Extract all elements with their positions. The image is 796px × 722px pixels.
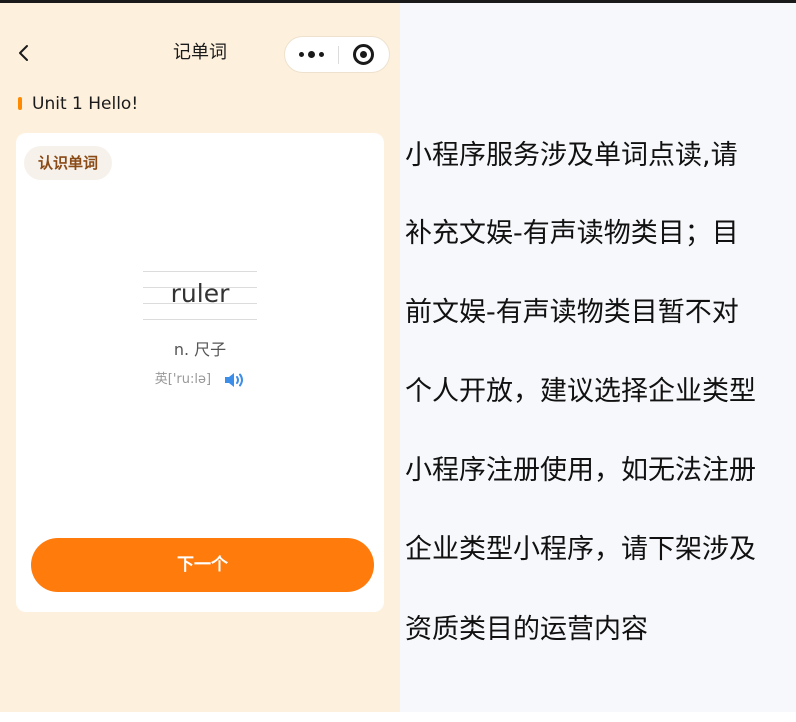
word-display: ruler — [143, 271, 257, 321]
word-text: ruler — [170, 279, 230, 308]
more-dots-icon — [299, 52, 304, 57]
more-button[interactable] — [285, 37, 338, 72]
more-dots-icon — [319, 52, 324, 57]
close-button[interactable] — [339, 37, 391, 72]
phonetic-row: 英['ru:lə] — [16, 369, 384, 391]
message-line: 小程序注册使用，如无法注册 — [405, 455, 756, 486]
word-meaning: n. 尺子 — [173, 340, 227, 359]
guide-line — [143, 271, 257, 272]
review-message-panel: 小程序服务涉及单词点读,请 补充文娱-有声读物类目；目 前文娱-有声读物类目暂不… — [400, 3, 796, 712]
next-button[interactable]: 下一个 — [31, 538, 374, 592]
phonetic-text: 英['ru:lə] — [154, 372, 212, 387]
word-card: 认识单词 ruler n. 尺子 英['ru:lə] 下一个 — [16, 133, 384, 612]
message-line: 补充文娱-有声读物类目；目 — [405, 218, 739, 249]
play-pronunciation-button[interactable] — [223, 371, 245, 389]
unit-accent-bar — [18, 97, 22, 110]
speaker-icon — [225, 372, 244, 387]
message-line: 资质类目的运营内容 — [405, 614, 648, 645]
unit-title: Unit 1 Hello! — [32, 94, 139, 114]
message-line: 小程序服务涉及单词点读,请 — [405, 140, 738, 171]
more-dots-icon — [308, 51, 315, 58]
message-line: 企业类型小程序，请下架涉及 — [405, 534, 756, 565]
miniprogram-capsule — [284, 36, 390, 73]
phone-preview: 记单词 Unit 1 Hello! 认识单词 ruler n. 尺子 英['ru… — [0, 3, 400, 712]
target-dot — [360, 51, 367, 58]
mode-badge: 认识单词 — [24, 146, 113, 180]
guide-line — [143, 319, 257, 320]
navigation-bar: 记单词 — [0, 3, 400, 103]
message-line: 个人开放，建议选择企业类型 — [405, 376, 756, 407]
message-line: 前文娱-有声读物类目暂不对 — [405, 297, 739, 328]
